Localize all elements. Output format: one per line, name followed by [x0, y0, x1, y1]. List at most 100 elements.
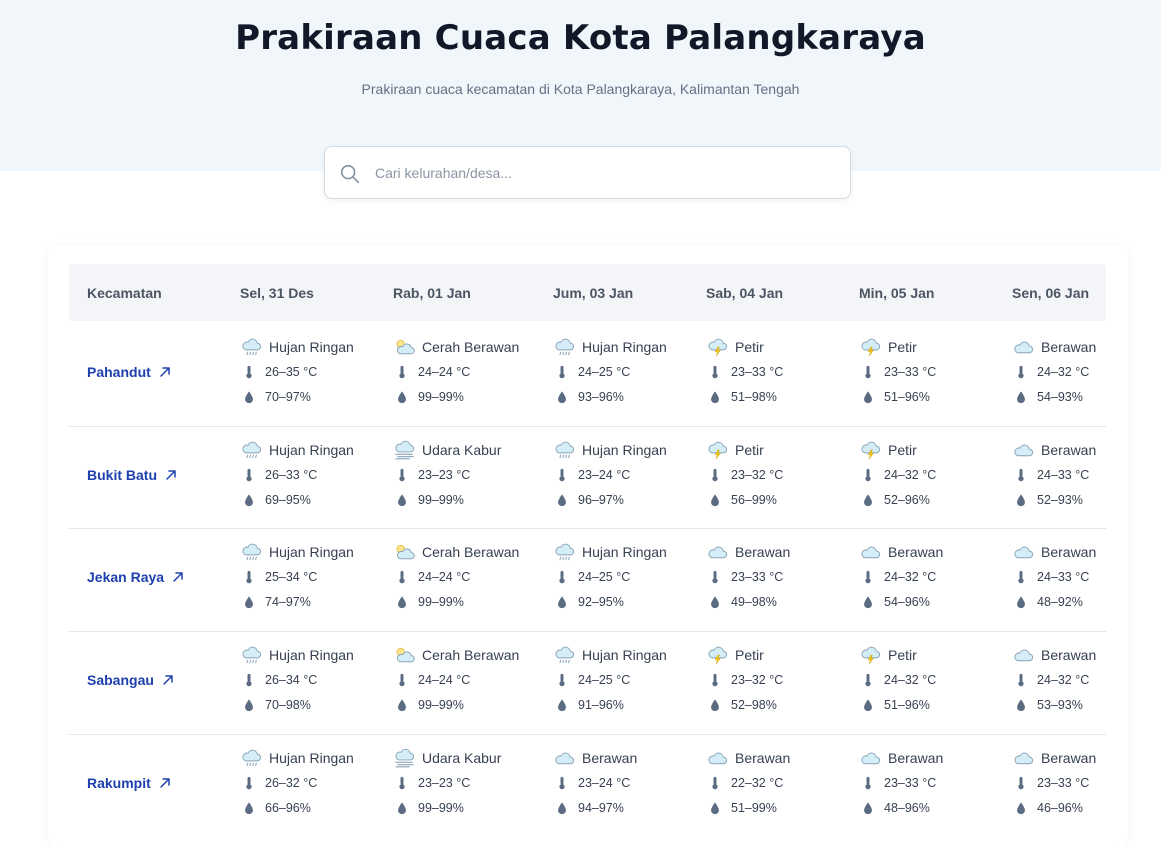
kecamatan-link[interactable]: Sabangau	[87, 672, 175, 688]
kecamatan-name: Sabangau	[87, 672, 154, 688]
column-header-day: Sel, 31 Des	[240, 285, 314, 301]
weather-condition: Berawan	[1012, 336, 1161, 358]
temperature-value: 24–32 °C	[1037, 673, 1090, 687]
humidity-value: 53–93%	[1037, 698, 1083, 712]
weather-condition: Petir	[859, 644, 1009, 666]
search-box[interactable]	[324, 146, 851, 199]
kecamatan-link[interactable]: Rakumpit	[87, 775, 172, 791]
humidity-range: 53–93%	[1012, 696, 1161, 714]
cloud-icon	[1012, 440, 1041, 460]
temperature-range: 26–35 °C	[240, 363, 390, 381]
rain-cloud-icon	[240, 542, 269, 562]
condition-label: Petir	[888, 339, 917, 355]
humidity-range: 51–99%	[706, 799, 856, 817]
thunder-cloud-icon	[859, 337, 888, 357]
droplet-icon	[709, 390, 731, 404]
forecast-cell: Udara Kabur 23–23 °C 99–99%	[393, 747, 543, 817]
weather-condition: Udara Kabur	[393, 439, 543, 461]
humidity-range: 48–92%	[1012, 593, 1161, 611]
droplet-icon	[862, 390, 884, 404]
weather-condition: Berawan	[859, 747, 1009, 769]
temperature-range: 26–32 °C	[240, 774, 390, 792]
kecamatan-link[interactable]: Bukit Batu	[87, 467, 178, 483]
weather-condition: Berawan	[859, 541, 1009, 563]
temperature-value: 23–32 °C	[731, 673, 784, 687]
weather-condition: Hujan Ringan	[240, 644, 390, 666]
forecast-cell: Hujan Ringan 26–32 °C 66–96%	[240, 747, 390, 817]
humidity-value: 96–97%	[578, 493, 624, 507]
weather-condition: Berawan	[1012, 747, 1161, 769]
humidity-value: 93–96%	[578, 390, 624, 404]
thermometer-icon	[1015, 570, 1037, 584]
forecast-cell: Udara Kabur 23–23 °C 99–99%	[393, 439, 543, 509]
temperature-value: 24–24 °C	[418, 570, 471, 584]
cloud-icon	[706, 748, 735, 768]
temperature-value: 23–33 °C	[884, 365, 937, 379]
temperature-value: 22–32 °C	[731, 776, 784, 790]
temperature-range: 23–23 °C	[393, 466, 543, 484]
condition-label: Cerah Berawan	[422, 339, 520, 355]
humidity-range: 99–99%	[393, 799, 543, 817]
condition-label: Hujan Ringan	[582, 442, 667, 458]
haze-icon	[393, 748, 422, 768]
sun-cloud-icon	[393, 542, 422, 562]
condition-label: Hujan Ringan	[269, 544, 354, 560]
condition-label: Berawan	[1041, 442, 1097, 458]
weather-condition: Berawan	[553, 747, 703, 769]
row-divider	[69, 734, 1106, 735]
temperature-range: 23–33 °C	[859, 363, 1009, 381]
kecamatan-link[interactable]: Pahandut	[87, 364, 172, 380]
cloud-icon	[553, 748, 582, 768]
external-link-icon	[160, 367, 170, 377]
condition-label: Cerah Berawan	[422, 647, 520, 663]
kecamatan-link[interactable]: Jekan Raya	[87, 569, 185, 585]
condition-label: Berawan	[1041, 647, 1097, 663]
condition-label: Hujan Ringan	[582, 339, 667, 355]
rain-cloud-icon	[240, 645, 269, 665]
cloud-icon	[1012, 542, 1041, 562]
weather-condition: Hujan Ringan	[553, 336, 703, 358]
row-divider	[69, 426, 1106, 427]
condition-label: Berawan	[735, 544, 791, 560]
temperature-range: 23–23 °C	[393, 774, 543, 792]
weather-condition: Berawan	[706, 747, 856, 769]
temperature-range: 24–33 °C	[1012, 466, 1161, 484]
weather-condition: Berawan	[1012, 439, 1161, 461]
humidity-range: 52–96%	[859, 491, 1009, 509]
forecast-cell: Berawan 24–33 °C 48–92%	[1012, 541, 1161, 611]
forecast-cell: Berawan 22–32 °C 51–99%	[706, 747, 856, 817]
humidity-value: 91–96%	[578, 698, 624, 712]
thermometer-icon	[709, 365, 731, 379]
thunder-cloud-icon	[706, 645, 735, 665]
humidity-value: 51–96%	[884, 698, 930, 712]
thermometer-icon	[556, 468, 578, 482]
humidity-value: 48–96%	[884, 801, 930, 815]
thermometer-icon	[862, 468, 884, 482]
humidity-range: 99–99%	[393, 491, 543, 509]
forecast-cell: Hujan Ringan 24–25 °C 91–96%	[553, 644, 703, 714]
condition-label: Petir	[888, 442, 917, 458]
search-icon	[340, 164, 360, 184]
cloud-icon	[859, 748, 888, 768]
droplet-icon	[1015, 493, 1037, 507]
humidity-range: 92–95%	[553, 593, 703, 611]
condition-label: Udara Kabur	[422, 750, 502, 766]
humidity-range: 51–96%	[859, 696, 1009, 714]
temperature-range: 25–34 °C	[240, 568, 390, 586]
humidity-value: 99–99%	[418, 595, 464, 609]
droplet-icon	[396, 390, 418, 404]
kecamatan-name: Pahandut	[87, 364, 151, 380]
thermometer-icon	[243, 468, 265, 482]
temperature-range: 24–32 °C	[1012, 363, 1161, 381]
temperature-range: 24–32 °C	[859, 568, 1009, 586]
droplet-icon	[1015, 698, 1037, 712]
humidity-value: 56–99%	[731, 493, 777, 507]
weather-condition: Petir	[859, 439, 1009, 461]
temperature-range: 26–34 °C	[240, 671, 390, 689]
column-header-day: Sab, 04 Jan	[706, 285, 784, 301]
humidity-range: 99–99%	[393, 593, 543, 611]
droplet-icon	[862, 698, 884, 712]
forecast-cell: Berawan 23–33 °C 46–96%	[1012, 747, 1161, 817]
search-input[interactable]	[375, 147, 835, 198]
rain-cloud-icon	[553, 645, 582, 665]
